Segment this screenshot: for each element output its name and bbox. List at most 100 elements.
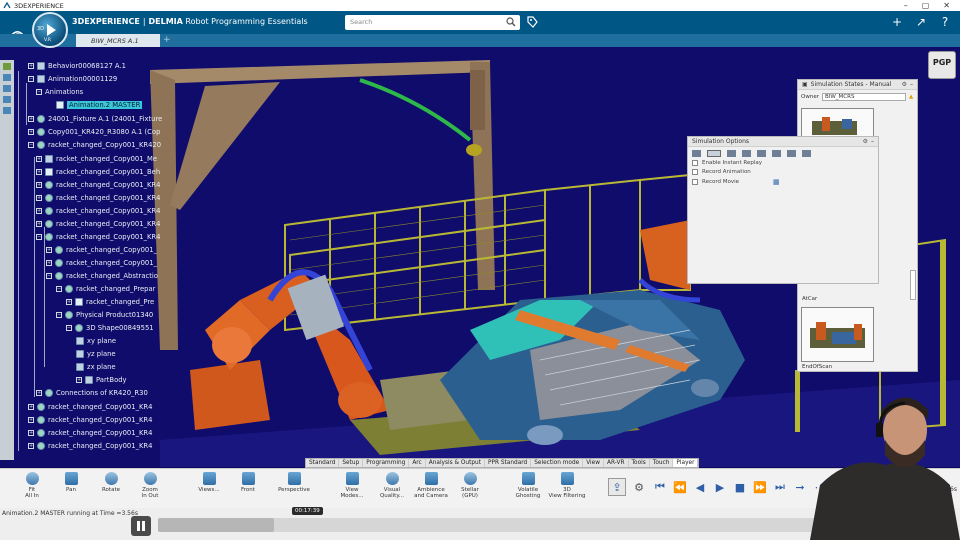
option-tool-icon[interactable] xyxy=(692,150,701,157)
simulation-options-panel[interactable]: Simulation Options ⚙ – Enable Instant Re… xyxy=(687,136,879,284)
tree-item-selected[interactable]: Animation.2 MASTER xyxy=(56,99,143,111)
jump-end-icon[interactable]: ⏭ xyxy=(771,478,789,496)
tree-item[interactable]: − 3D Shape00849551 xyxy=(66,322,154,334)
search-icon[interactable] xyxy=(506,17,516,27)
section-tab[interactable]: Setup xyxy=(339,459,364,467)
view-filtering-button[interactable]: 3D View Filtering xyxy=(548,471,586,499)
expand-icon[interactable]: + xyxy=(36,195,42,201)
close-icon[interactable]: ✕ xyxy=(943,1,950,10)
jump-start-icon[interactable]: ⏮ xyxy=(651,478,669,496)
expand-icon[interactable]: + xyxy=(28,404,34,410)
option-tool-icon[interactable] xyxy=(707,150,721,157)
visual-quality-button[interactable]: Visual Quality... xyxy=(373,471,411,499)
player-settings-icon[interactable]: ⚙ xyxy=(630,478,648,496)
stellar-button[interactable]: Stellar (GPU) xyxy=(451,471,489,499)
export-icon[interactable]: ⇪ xyxy=(608,478,626,496)
section-tab[interactable]: View xyxy=(583,459,604,467)
panel-scrollbar[interactable] xyxy=(910,270,916,300)
option-instant-replay[interactable]: Enable Instant Replay xyxy=(692,160,878,166)
pgp-badge[interactable]: PGP xyxy=(928,51,956,79)
section-tab[interactable]: PPR Standard xyxy=(485,459,532,467)
expand-icon[interactable]: + xyxy=(28,129,34,135)
tree-item[interactable]: − Animations xyxy=(36,86,83,98)
fit-all-in-button[interactable]: Fit All In xyxy=(13,471,51,499)
tree-item[interactable]: + Copy001_KR420_R3080 A.1 (Cop xyxy=(28,126,160,138)
option-tool-icon[interactable] xyxy=(727,150,736,157)
tree-item[interactable]: + racket_changed_Copy001_ xyxy=(46,244,157,256)
collapse-icon[interactable]: − xyxy=(28,76,34,82)
rotate-button[interactable]: Rotate xyxy=(92,471,130,493)
add-icon[interactable]: + xyxy=(890,14,904,30)
tree-item[interactable]: + racket_changed_Copy001_Me xyxy=(36,153,157,165)
expand-icon[interactable]: + xyxy=(36,390,42,396)
expand-icon[interactable]: + xyxy=(36,221,42,227)
collapse-icon[interactable]: − xyxy=(56,312,62,318)
step-forward-icon[interactable]: ⏩ xyxy=(751,478,769,496)
tree-item[interactable]: + PartBody xyxy=(76,374,127,386)
compass-widget[interactable]: 3D V.R xyxy=(32,12,68,48)
tree-item[interactable]: − Animation00001129 xyxy=(28,73,117,85)
collapse-icon[interactable]: − xyxy=(66,325,72,331)
expand-icon[interactable]: + xyxy=(36,169,42,175)
zoom-button[interactable]: Zoom In Out xyxy=(131,471,169,499)
owner-select[interactable]: BIW_MCRS xyxy=(821,93,906,101)
settings-icon[interactable]: ⚙ xyxy=(863,138,868,145)
section-tab[interactable]: Tools xyxy=(629,459,650,467)
expand-icon[interactable]: + xyxy=(66,299,72,305)
pause-button[interactable] xyxy=(131,516,151,536)
tree-item[interactable]: − racket_changed_Prepar xyxy=(56,283,155,295)
tree-item[interactable]: − racket_changed_Abstractio xyxy=(46,270,158,282)
expand-icon[interactable]: + xyxy=(28,116,34,122)
tree-item[interactable]: + racket_changed_Copy001_KR4 xyxy=(36,218,160,230)
section-tab[interactable]: Arc xyxy=(409,459,426,467)
tree-item[interactable]: + racket_changed_Copy001_KR4 xyxy=(28,414,152,426)
specification-tree[interactable]: + Behavior00068127 A.1 − Animation00001129… xyxy=(14,57,162,452)
close-icon[interactable]: – xyxy=(871,138,874,145)
tree-item[interactable]: + racket_changed_Copy001_KR4 xyxy=(28,401,152,413)
ambience-camera-button[interactable]: Ambience and Camera xyxy=(412,471,450,499)
close-icon[interactable]: – xyxy=(910,81,913,88)
front-view-button[interactable]: Front xyxy=(229,471,267,493)
search-input[interactable]: Search xyxy=(345,15,520,30)
step-back-icon[interactable]: ⏪ xyxy=(671,478,689,496)
share-icon[interactable]: ↗ xyxy=(914,14,928,30)
checkbox[interactable] xyxy=(692,160,698,166)
minimize-icon[interactable]: – xyxy=(904,1,908,10)
play-backward-icon[interactable]: ◀ xyxy=(691,478,709,496)
option-record-animation[interactable]: Record Animation xyxy=(692,169,878,175)
settings-icon[interactable]: ⚙ xyxy=(902,81,907,88)
section-tab[interactable]: Selection mode xyxy=(531,459,584,467)
collapse-icon[interactable]: − xyxy=(46,273,52,279)
section-tab-player[interactable]: Player xyxy=(673,459,699,467)
tree-item[interactable]: +24001_Fixture A.1 (24001_Fixture xyxy=(28,113,162,125)
tree-item[interactable]: + racket_changed_Copy001_KR4 xyxy=(36,179,160,191)
expand-icon[interactable]: + xyxy=(46,260,52,266)
view-modes-button[interactable]: View Modes... xyxy=(333,471,371,499)
expand-icon[interactable]: + xyxy=(46,247,52,253)
add-tab-icon[interactable]: + xyxy=(163,35,171,45)
tag-icon[interactable] xyxy=(526,15,538,29)
help-icon[interactable]: ? xyxy=(938,14,952,30)
tree-item[interactable]: xy plane xyxy=(76,335,116,347)
camera-icon[interactable] xyxy=(742,150,751,157)
expand-icon[interactable]: + xyxy=(36,182,42,188)
section-tab[interactable]: Programming xyxy=(363,459,410,467)
expand-icon[interactable]: + xyxy=(28,443,34,449)
section-tab[interactable]: AR-VR xyxy=(604,459,629,467)
tree-item[interactable]: − racket_changed_Copy001_KR4 xyxy=(36,231,160,243)
tree-item[interactable]: − racket_changed_Copy001_KR420 xyxy=(28,139,161,151)
expand-icon[interactable]: + xyxy=(28,430,34,436)
tree-item[interactable]: yz plane xyxy=(76,348,116,360)
tree-item[interactable]: + Connections of KR420_R30 xyxy=(36,387,148,399)
tree-item[interactable]: zx plane xyxy=(76,361,116,373)
tree-item[interactable]: + racket_changed_Copy001_KR4 xyxy=(36,205,160,217)
tree-item[interactable]: + racket_changed_Copy001_ xyxy=(46,257,157,269)
tree-item[interactable]: + racket_changed_Copy001_KR4 xyxy=(28,440,152,452)
expand-icon[interactable]: + xyxy=(28,417,34,423)
stop-icon[interactable]: ■ xyxy=(731,478,749,496)
maximize-icon[interactable]: ▢ xyxy=(922,1,930,10)
volatile-ghosting-button[interactable]: Volatile Ghosting xyxy=(509,471,547,499)
play-forward-icon[interactable]: ▶ xyxy=(711,478,729,496)
tree-item[interactable]: + racket_changed_Copy001_KR4 xyxy=(28,427,152,439)
checkbox[interactable] xyxy=(692,169,698,175)
